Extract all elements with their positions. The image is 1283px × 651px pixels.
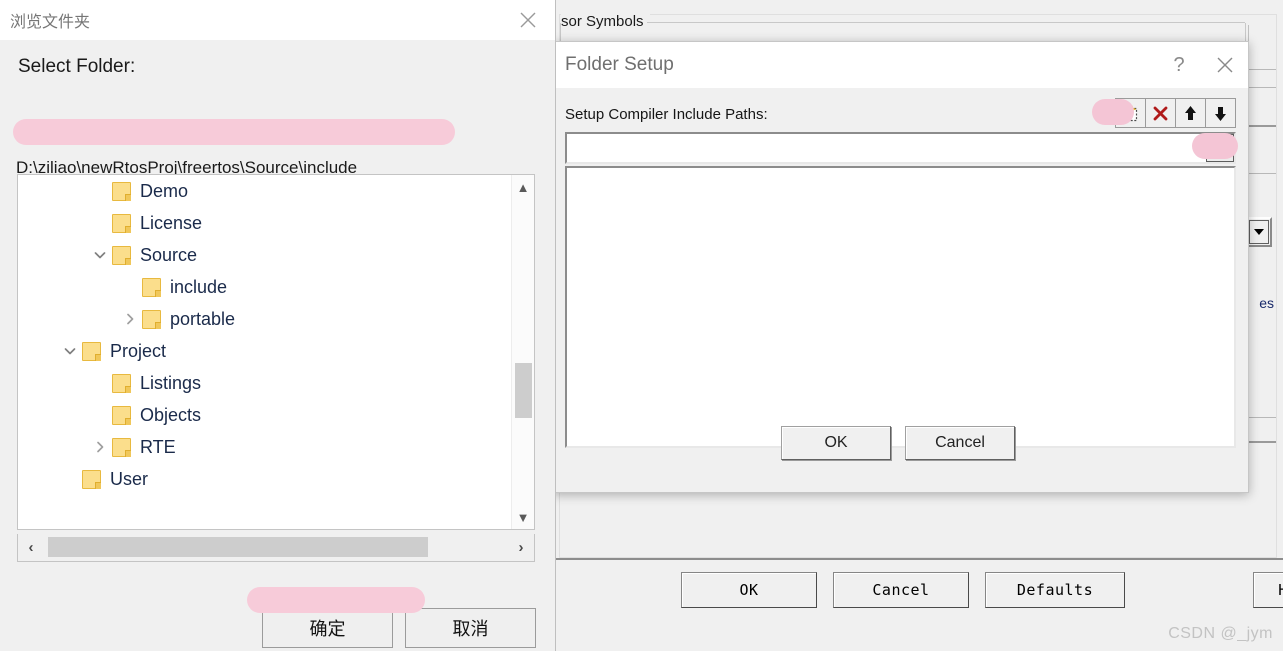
tree-item-listings[interactable]: Listings xyxy=(18,367,511,399)
tree-item-label: Objects xyxy=(140,405,202,425)
browse-folder-ok-button[interactable]: 确定 xyxy=(262,608,393,648)
folder-icon xyxy=(112,181,131,201)
folder-tree-hscrollbar[interactable]: ‹ › xyxy=(17,534,535,562)
tree-item-include[interactable]: include xyxy=(18,271,511,303)
background-help-button[interactable]: H xyxy=(1253,572,1283,608)
select-folder-heading: Select Folder: xyxy=(18,56,136,77)
include-paths-label: Setup Compiler Include Paths: xyxy=(565,105,768,123)
folder-setup-cancel-button[interactable]: Cancel xyxy=(905,426,1015,460)
browse-folder-cancel-button[interactable]: 取消 xyxy=(405,608,536,648)
bg-divider-2 xyxy=(1249,87,1276,88)
folder-icon xyxy=(82,469,101,489)
tree-item-portable[interactable]: portable xyxy=(18,303,511,335)
bg-divider-5 xyxy=(1249,417,1276,418)
tree-item-label: portable xyxy=(170,309,236,329)
folder-setup-title: Folder Setup xyxy=(565,54,674,75)
groupbox-top-line xyxy=(647,22,1245,23)
csdn-watermark: CSDN @_jym xyxy=(1168,625,1273,642)
close-icon[interactable] xyxy=(505,0,551,40)
tree-item-label: User xyxy=(110,469,149,489)
tree-twisty-empty xyxy=(88,175,112,207)
background-dropdown-button[interactable] xyxy=(1246,217,1272,247)
bg-divider-3 xyxy=(1249,125,1276,127)
include-paths-toolbar xyxy=(1115,98,1236,128)
browse-folder-title: 浏览文件夹 xyxy=(10,14,91,31)
include-path-input[interactable]: ... xyxy=(565,132,1236,164)
folder-setup-footer: OK Cancel xyxy=(553,404,1248,492)
tree-twisty-empty xyxy=(118,271,142,303)
browse-folder-footer: 确定 取消 xyxy=(0,570,555,650)
bg-divider-6 xyxy=(1249,441,1276,443)
tree-item-label: Demo xyxy=(140,181,189,201)
tree-item-label: include xyxy=(170,277,228,297)
tree-item-demo[interactable]: Demo xyxy=(18,175,511,207)
background-right-column: es xyxy=(1246,25,1276,447)
folder-icon xyxy=(112,245,131,265)
folder-icon xyxy=(142,277,161,297)
browse-folder-titlebar[interactable]: 浏览文件夹 xyxy=(0,0,555,40)
tree-twisty-empty xyxy=(88,399,112,431)
folder-icon xyxy=(112,405,131,425)
folder-setup-dialog: Folder Setup ? Setup Compiler Include Pa… xyxy=(552,41,1249,493)
chevron-right-icon[interactable] xyxy=(118,303,142,335)
tree-item-user[interactable]: User xyxy=(18,463,511,495)
tree-item-label: License xyxy=(140,213,203,233)
bg-divider-4 xyxy=(1249,173,1276,174)
folder-icon xyxy=(112,437,131,457)
delete-path-icon[interactable] xyxy=(1145,98,1176,128)
background-partial-label: es xyxy=(1259,295,1274,311)
browse-folder-body: Select Folder: D:\ziliao\newRtosProj\fre… xyxy=(0,40,555,651)
tree-item-objects[interactable]: Objects xyxy=(18,399,511,431)
folder-tree-rows: Demo License Source include portable Project L… xyxy=(18,175,511,529)
tree-item-label: Listings xyxy=(140,373,202,393)
chevron-right-icon[interactable]: › xyxy=(508,534,534,560)
include-paths-header-row: Setup Compiler Include Paths: xyxy=(565,98,1236,130)
include-path-input-value xyxy=(567,139,583,147)
bg-divider-1 xyxy=(1249,69,1276,70)
close-icon[interactable] xyxy=(1202,42,1248,88)
background-cancel-button[interactable]: Cancel xyxy=(833,572,969,608)
tree-item-label: Source xyxy=(140,245,198,265)
folder-icon xyxy=(112,213,131,233)
tree-item-label: RTE xyxy=(140,437,176,457)
chevron-up-icon[interactable]: ▲ xyxy=(512,175,534,199)
screenshot-root: sor Symbols es OK Cancel Defaults Folder… xyxy=(0,0,1283,651)
chevron-down-icon xyxy=(1254,229,1264,235)
tree-item-source[interactable]: Source xyxy=(18,239,511,271)
tree-twisty-empty xyxy=(88,207,112,239)
folder-icon xyxy=(142,309,161,329)
folder-setup-ok-button[interactable]: OK xyxy=(781,426,891,460)
folder-tree-vscrollbar[interactable]: ▲ ▼ xyxy=(511,175,534,529)
vscroll-thumb[interactable] xyxy=(515,363,532,418)
folder-tree[interactable]: Demo License Source include portable Project L… xyxy=(17,174,535,530)
tree-item-rte[interactable]: RTE xyxy=(18,431,511,463)
move-up-icon[interactable] xyxy=(1175,98,1206,128)
question-mark-icon[interactable]: ? xyxy=(1156,42,1202,88)
chevron-down-icon[interactable]: ▼ xyxy=(512,505,534,529)
folder-setup-body: Setup Compiler Include Paths: ... OK Can… xyxy=(553,88,1248,492)
browse-button-label: ... xyxy=(1211,145,1229,162)
folder-setup-titlebar[interactable]: Folder Setup ? xyxy=(553,42,1248,88)
browse-folder-dialog: 浏览文件夹 Select Folder: D:\ziliao\newRtosPr… xyxy=(0,0,556,651)
chevron-down-icon[interactable] xyxy=(88,239,112,271)
groupbox-title: sor Symbols xyxy=(561,13,650,30)
new-path-icon[interactable] xyxy=(1115,98,1146,128)
tree-item-license[interactable]: License xyxy=(18,207,511,239)
folder-icon xyxy=(82,341,101,361)
tree-item-label: Project xyxy=(110,341,167,361)
hscroll-thumb[interactable] xyxy=(48,537,428,557)
background-defaults-button[interactable]: Defaults xyxy=(985,572,1125,608)
tree-twisty-empty xyxy=(58,463,82,495)
browse-button[interactable]: ... xyxy=(1206,134,1234,162)
background-ok-button[interactable]: OK xyxy=(681,572,817,608)
move-down-icon[interactable] xyxy=(1205,98,1236,128)
folder-icon xyxy=(112,373,131,393)
dropdown-inner xyxy=(1249,220,1269,244)
tree-item-project[interactable]: Project xyxy=(18,335,511,367)
chevron-right-icon[interactable] xyxy=(88,431,112,463)
chevron-left-icon[interactable]: ‹ xyxy=(18,534,44,560)
chevron-down-icon[interactable] xyxy=(58,335,82,367)
tree-twisty-empty xyxy=(88,367,112,399)
